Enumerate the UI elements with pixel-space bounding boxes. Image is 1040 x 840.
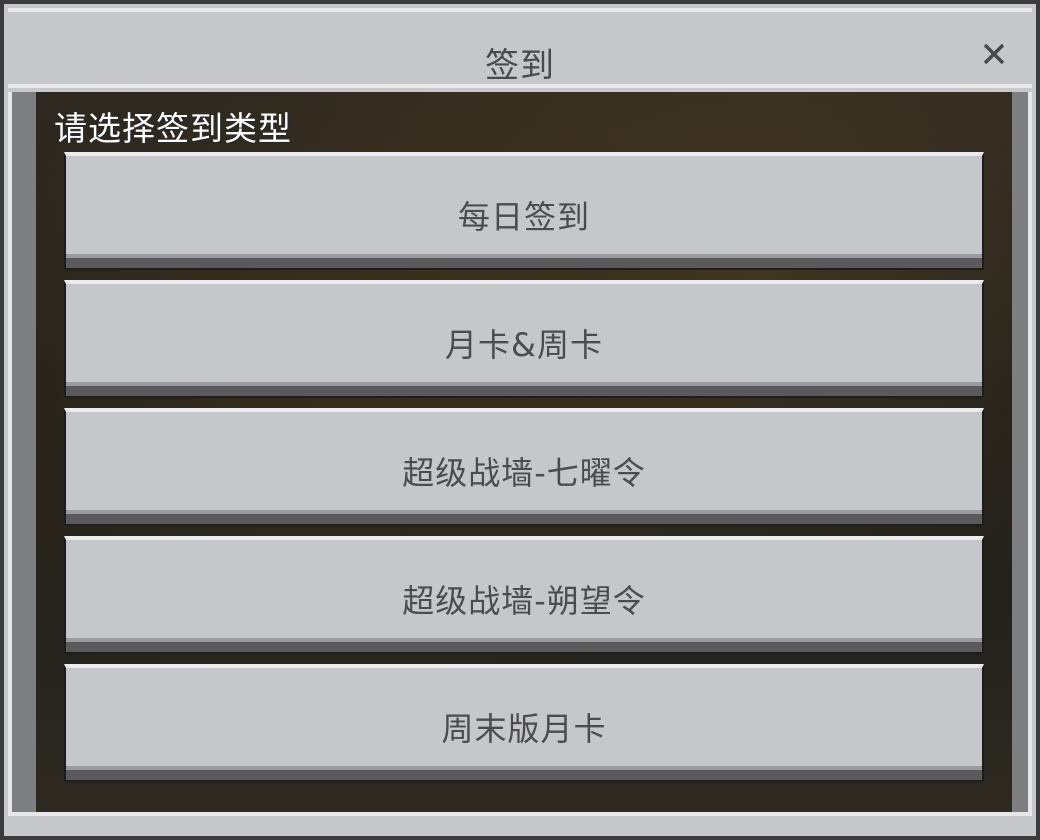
daily-sign-in-button[interactable]: 每日签到 bbox=[64, 152, 984, 270]
sign-in-dialog: 签到 请选择签到类型 每日签到 月卡&周卡 超级战墙-七曜令 超级战墙-朔望令 bbox=[0, 0, 1040, 840]
close-button[interactable] bbox=[982, 42, 1006, 66]
close-icon bbox=[983, 43, 1005, 65]
monthly-weekly-card-button[interactable]: 月卡&周卡 bbox=[64, 280, 984, 398]
content-panel: 请选择签到类型 每日签到 月卡&周卡 超级战墙-七曜令 超级战墙-朔望令 周末版… bbox=[36, 92, 1012, 816]
bedwars-seven-token-button[interactable]: 超级战墙-七曜令 bbox=[64, 408, 984, 526]
button-label: 月卡&周卡 bbox=[445, 326, 603, 364]
button-label: 周末版月卡 bbox=[441, 710, 607, 748]
button-label: 超级战墙-朔望令 bbox=[402, 582, 646, 620]
weekend-monthly-card-button[interactable]: 周末版月卡 bbox=[64, 664, 984, 782]
dialog-title-bar: 签到 bbox=[8, 8, 1032, 88]
prompt-text: 请选择签到类型 bbox=[54, 109, 292, 148]
dialog-bottom-bar bbox=[8, 812, 1032, 836]
bedwars-moon-token-button[interactable]: 超级战墙-朔望令 bbox=[64, 536, 984, 654]
sign-in-type-list: 每日签到 月卡&周卡 超级战墙-七曜令 超级战墙-朔望令 周末版月卡 bbox=[64, 152, 988, 792]
button-label: 每日签到 bbox=[457, 198, 590, 236]
dialog-title: 签到 bbox=[485, 46, 555, 86]
content-panel-frame: 请选择签到类型 每日签到 月卡&周卡 超级战墙-七曜令 超级战墙-朔望令 周末版… bbox=[8, 92, 1032, 816]
button-label: 超级战墙-七曜令 bbox=[402, 454, 646, 492]
